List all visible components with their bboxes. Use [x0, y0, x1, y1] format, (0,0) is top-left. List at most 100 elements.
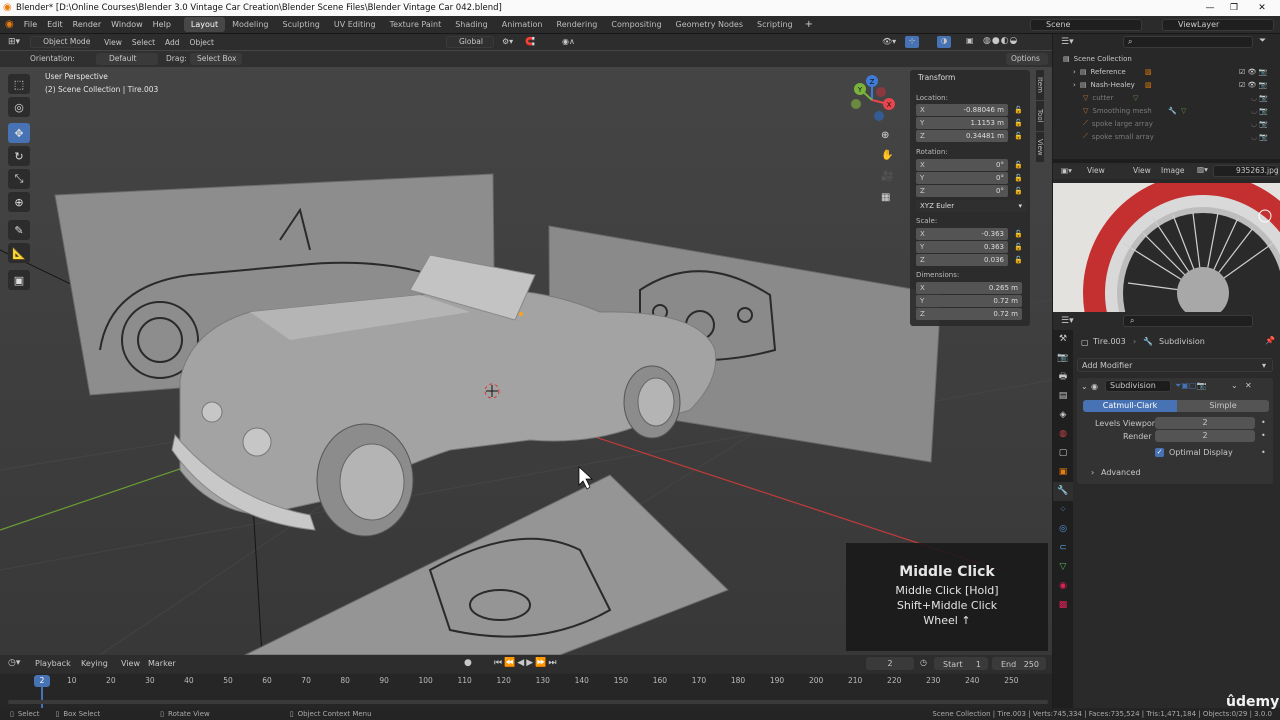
tab-animation[interactable]: Animation — [495, 17, 550, 32]
rotate-tool-icon[interactable]: ↻ — [8, 146, 30, 166]
outliner-type-icon[interactable]: ☰▾ — [1061, 37, 1074, 47]
modifier-tab-icon[interactable]: 🔧 — [1053, 482, 1073, 501]
outliner-item[interactable]: ▽ cutter ▽ ◡ 📷 — [1053, 91, 1280, 104]
add-workspace-button[interactable]: + — [800, 19, 818, 30]
advanced-subpanel[interactable]: Advanced — [1101, 468, 1141, 477]
keyframe-dot-icon[interactable]: • — [1261, 431, 1266, 440]
overlays-toggle-icon[interactable]: ◑ — [937, 36, 951, 48]
ortho-grid-icon[interactable]: ▦ — [881, 192, 890, 203]
data-tab-icon[interactable]: ▽ — [1053, 558, 1073, 577]
lock-icon[interactable]: 🔓 — [1014, 256, 1023, 264]
menu-keying[interactable]: Keying — [81, 659, 108, 668]
outliner-item[interactable]: ⟋ spoke large array ◡ 📷 — [1053, 117, 1280, 130]
view-layer-tab-icon[interactable]: ▤ — [1053, 387, 1073, 406]
menu-window[interactable]: Window — [106, 20, 148, 29]
texture-tab-icon[interactable]: ▩ — [1053, 596, 1073, 615]
output-tab-icon[interactable]: 🖶 — [1053, 368, 1073, 387]
visibility-icon[interactable]: ◡ 📷 — [1251, 120, 1268, 128]
transform-orientation-selector[interactable]: Global — [446, 36, 494, 48]
scene-tab-icon[interactable]: ◈ — [1053, 406, 1073, 425]
modifier-toggle-icons[interactable]: ⏷▣▢📷 — [1175, 381, 1206, 391]
modifier-menu-icon[interactable]: ⌄ — [1231, 381, 1238, 390]
wheel-reference-image[interactable] — [1053, 183, 1280, 312]
collection-tab-icon[interactable]: ▢ — [1053, 444, 1073, 463]
vp-menu-view[interactable]: View — [104, 38, 122, 47]
rotation-y-field[interactable]: Y 0° — [916, 172, 1008, 184]
options-dropdown[interactable]: Options — [1006, 53, 1048, 65]
tab-uv-editing[interactable]: UV Editing — [327, 17, 383, 32]
pan-hand-icon[interactable]: ✋ — [881, 150, 893, 161]
start-frame-field[interactable]: Start 1 — [934, 657, 988, 670]
drag-selector[interactable]: Select Box — [190, 53, 242, 65]
menu-file[interactable]: File — [19, 20, 42, 29]
menu-playback[interactable]: Playback — [35, 659, 71, 668]
menu-marker[interactable]: Marker — [148, 659, 176, 668]
proportional-edit-icon[interactable]: ◉∧ — [562, 37, 575, 46]
optimal-display-checkbox[interactable]: ✓ — [1155, 448, 1164, 457]
tab-shading[interactable]: Shading — [448, 17, 495, 32]
scale-x-field[interactable]: X -0.363 — [916, 228, 1008, 240]
world-tab-icon[interactable]: ◍ — [1053, 425, 1073, 444]
end-frame-field[interactable]: End 250 — [992, 657, 1046, 670]
outliner-root[interactable]: ▤ Scene Collection — [1053, 52, 1280, 65]
rotation-z-field[interactable]: Z 0° — [916, 185, 1008, 197]
visibility-icon[interactable]: ◡ 📷 — [1251, 133, 1268, 141]
menu-render[interactable]: Render — [68, 20, 106, 29]
checkbox-icon[interactable]: ☑ 👁 📷 — [1239, 81, 1267, 89]
levels-viewport-field[interactable]: 2 — [1155, 417, 1255, 429]
current-frame-field[interactable]: 2 — [866, 657, 914, 670]
outliner-item[interactable]: ▽ Smoothing mesh 🔧 ▽ ◡ 📷 — [1053, 104, 1280, 117]
playhead-indicator[interactable]: 2 — [34, 675, 50, 687]
lock-icon[interactable]: 🔓 — [1014, 174, 1023, 182]
lock-icon[interactable]: 🔓 — [1014, 243, 1023, 251]
close-window-button[interactable]: ✕ — [1248, 0, 1276, 16]
select-tool-icon[interactable]: ⬚ — [8, 74, 30, 94]
gizmo-toggle-icon[interactable]: ⊹ — [905, 36, 919, 48]
filter-icon[interactable]: ⏷ — [1259, 36, 1266, 46]
location-y-field[interactable]: Y 1.1153 m — [916, 117, 1008, 129]
dimensions-x-field[interactable]: X 0.265 m — [916, 282, 1022, 294]
expand-arrow-icon[interactable]: › — [1073, 68, 1076, 76]
tool-tab-icon[interactable]: ⚒ — [1053, 330, 1073, 349]
camera-view-icon[interactable]: 🎥 — [881, 171, 893, 182]
close-icon[interactable]: ✕ — [1245, 381, 1252, 390]
menu-timeline-view[interactable]: View — [121, 659, 140, 668]
properties-search-input[interactable]: ⌕ — [1123, 315, 1253, 327]
catmull-clark-button[interactable]: Catmull-Clark — [1083, 400, 1177, 412]
tab-compositing[interactable]: Compositing — [604, 17, 668, 32]
properties-type-icon[interactable]: ☰▾ — [1061, 316, 1074, 326]
expand-arrow-icon[interactable]: › — [1073, 81, 1076, 89]
xray-icon[interactable]: ▣ — [966, 36, 974, 45]
lock-icon[interactable]: 🔓 — [1014, 230, 1023, 238]
lock-icon[interactable]: 🔓 — [1014, 132, 1023, 140]
add-modifier-dropdown[interactable]: Add Modifier ▾ — [1077, 358, 1273, 372]
rotation-mode-selector[interactable]: XYZ Euler ▾ — [916, 200, 1026, 212]
viewlayer-selector[interactable]: ViewLayer — [1162, 19, 1274, 31]
zoom-icon[interactable]: ⊕ — [881, 130, 889, 141]
vp-menu-select[interactable]: Select — [132, 38, 155, 47]
outliner-item[interactable]: › ▤ Reference ▨ ☑ 👁 📷 — [1053, 65, 1280, 78]
orientation-selector[interactable]: Default — [96, 53, 158, 65]
tab-rendering[interactable]: Rendering — [550, 17, 605, 32]
image-editor-type-icon[interactable]: ▣▾ — [1061, 166, 1072, 175]
menu-edit[interactable]: Edit — [42, 20, 68, 29]
tab-texture-paint[interactable]: Texture Paint — [383, 17, 449, 32]
render-levels-field[interactable]: 2 — [1155, 430, 1255, 442]
simple-button[interactable]: Simple — [1177, 400, 1269, 412]
rotation-x-field[interactable]: X 0° — [916, 159, 1008, 171]
tab-modeling[interactable]: Modeling — [225, 17, 275, 32]
vp-menu-add[interactable]: Add — [165, 38, 180, 47]
cursor-tool-icon[interactable]: ◎ — [8, 97, 30, 117]
measure-tool-icon[interactable]: 📐 — [8, 243, 30, 263]
tab-scripting[interactable]: Scripting — [750, 17, 800, 32]
material-tab-icon[interactable]: ◉ — [1053, 577, 1073, 596]
particles-tab-icon[interactable]: ⁘ — [1053, 501, 1073, 520]
expand-arrow-icon[interactable]: › — [1091, 468, 1094, 477]
add-cube-tool-icon[interactable]: ▣ — [8, 270, 30, 290]
scene-selector[interactable]: Scene — [1030, 19, 1142, 31]
tab-layout[interactable]: Layout — [183, 17, 226, 32]
outliner-item[interactable]: ⟋ spoke small array ◡ 📷 — [1053, 130, 1280, 143]
image-browse-icon[interactable]: ▨▾ — [1197, 165, 1208, 174]
visibility-icon[interactable]: ◡ 📷 — [1251, 94, 1268, 102]
lock-icon[interactable]: 🔓 — [1014, 106, 1023, 114]
